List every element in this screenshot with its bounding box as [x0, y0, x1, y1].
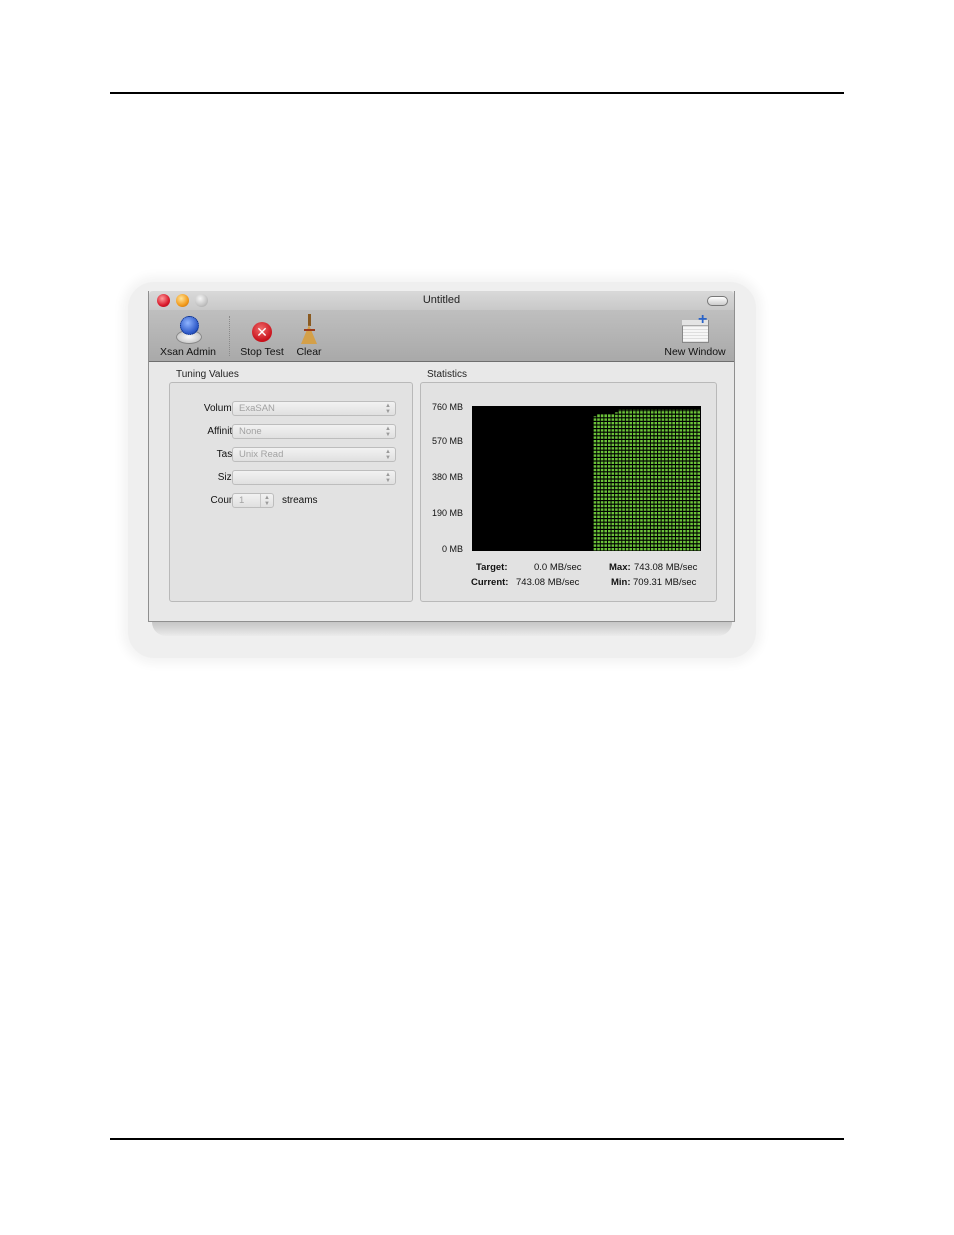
- toolbar: Xsan Admin ✕ Stop Test Clear + New Windo…: [149, 310, 734, 362]
- affinity-label: Affinity:: [207, 426, 240, 437]
- page-header-rule: [110, 92, 844, 94]
- max-value: 743.08 MB/sec: [634, 562, 698, 573]
- affinity-select[interactable]: None ▲ ▼: [232, 424, 396, 439]
- min-label: Min:: [611, 577, 631, 588]
- window-title: Untitled: [422, 294, 461, 306]
- clear-button[interactable]: Clear: [293, 314, 325, 358]
- max-label: Max:: [609, 562, 631, 573]
- affinity-row: Affinity: None ▲ ▼: [170, 424, 412, 440]
- statistics-heading: Statistics: [427, 369, 468, 380]
- affinity-value: None: [239, 426, 262, 437]
- toolbar-toggle-button[interactable]: [707, 296, 728, 306]
- current-label: Current:: [471, 577, 509, 588]
- y-tick-label: 760 MB: [431, 402, 463, 412]
- streams-label: streams: [282, 495, 318, 506]
- broom-icon: [294, 314, 324, 344]
- stop-icon: ✕: [247, 314, 277, 344]
- tuning-values-heading: Tuning Values: [176, 369, 239, 380]
- new-window-icon: +: [680, 312, 710, 344]
- count-row: Count: 1 ▲ ▼ streams: [170, 493, 412, 509]
- page-footer-rule: [110, 1138, 844, 1140]
- volume-label: Volume:: [203, 403, 240, 414]
- y-tick-label: 380 MB: [431, 472, 463, 482]
- y-tick-label: 0 MB: [441, 544, 463, 554]
- task-value: Unix Read: [239, 449, 284, 460]
- clear-label: Clear: [296, 346, 322, 358]
- popup-arrows-icon: ▲ ▼: [385, 403, 391, 415]
- y-tick-label: 570 MB: [431, 436, 463, 446]
- tuning-values-group: Volume: ExaSAN ▲ ▼ Affinity: None ▲ ▼ Task…: [169, 382, 413, 602]
- task-select[interactable]: Unix Read ▲ ▼: [232, 447, 396, 462]
- count-value: 1: [239, 495, 245, 506]
- xsan-admin-button[interactable]: Xsan Admin: [155, 314, 221, 358]
- statistics-group: 760 MB 570 MB 380 MB 190 MB 0 MB Target:…: [420, 382, 717, 602]
- size-row: Size: ▲ ▼: [170, 470, 412, 486]
- window-content: Tuning Values Volume: ExaSAN ▲ ▼ Affinity…: [149, 362, 734, 621]
- task-label: Task:: [216, 449, 240, 460]
- new-window-label: New Window: [664, 346, 726, 358]
- app-window: Untitled Xsan Admin ✕ Stop Test Clear +: [148, 291, 735, 622]
- xsan-admin-label: Xsan Admin: [159, 346, 217, 358]
- chart-bar: [593, 416, 597, 551]
- current-value: 743.08 MB/sec: [516, 577, 580, 588]
- xsan-admin-icon: [173, 314, 203, 344]
- popup-arrows-icon: ▲ ▼: [385, 472, 391, 484]
- task-row: Task: Unix Read ▲ ▼: [170, 447, 412, 463]
- target-value: 0.0 MB/sec: [534, 562, 582, 573]
- toolbar-separator: [229, 316, 230, 356]
- volume-value: ExaSAN: [239, 403, 275, 414]
- count-stepper[interactable]: 1 ▲ ▼: [232, 493, 274, 508]
- stop-test-label: Stop Test: [240, 346, 284, 358]
- title-bar[interactable]: Untitled: [149, 291, 734, 310]
- new-window-button[interactable]: + New Window: [661, 312, 729, 359]
- volume-row: Volume: ExaSAN ▲ ▼: [170, 401, 412, 417]
- popup-arrows-icon: ▲ ▼: [385, 449, 391, 461]
- size-select[interactable]: ▲ ▼: [232, 470, 396, 485]
- count-label: Count:: [210, 495, 240, 506]
- min-value: 709.31 MB/sec: [633, 577, 697, 588]
- target-label: Target:: [476, 562, 508, 573]
- size-label: Size:: [217, 472, 240, 483]
- popup-arrows-icon: ▲ ▼: [385, 426, 391, 438]
- stop-test-button[interactable]: ✕ Stop Test: [237, 314, 287, 358]
- stepper-arrows-icon[interactable]: ▲ ▼: [260, 494, 273, 507]
- throughput-chart: [472, 406, 701, 551]
- y-tick-label: 190 MB: [431, 508, 463, 518]
- volume-select[interactable]: ExaSAN ▲ ▼: [232, 401, 396, 416]
